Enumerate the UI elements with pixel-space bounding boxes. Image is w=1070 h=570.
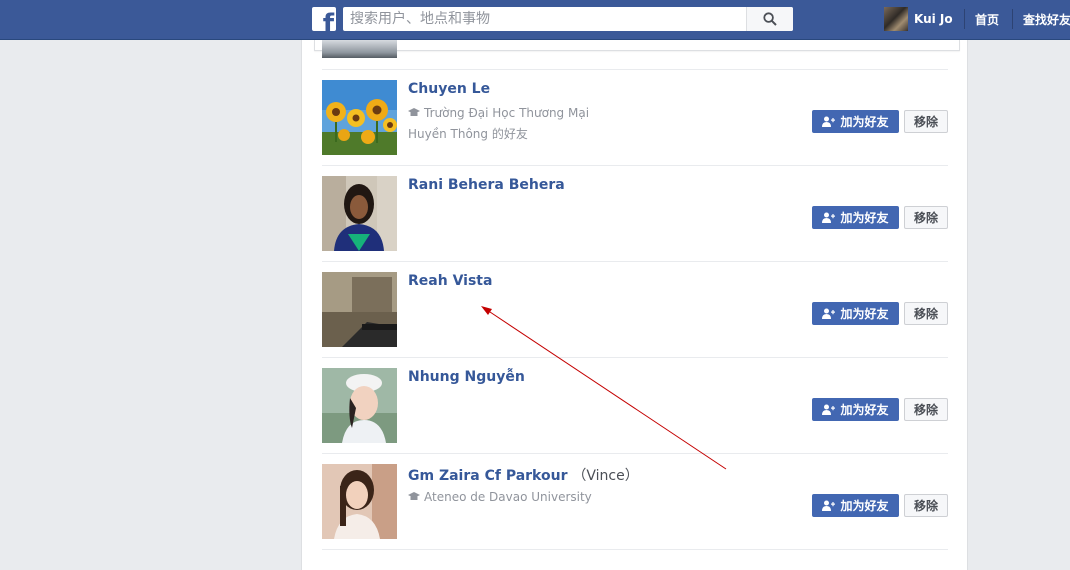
remove-button[interactable]: 移除 (904, 494, 948, 517)
nav-find-friends-link[interactable]: 查找好友 (1023, 11, 1070, 28)
top-navigation-bar: f Kui Jo 首页 查找好友 (0, 0, 1070, 40)
friend-name-link[interactable]: Gm Zaira Cf Parkour （Vince） (408, 465, 639, 485)
school-name: Ateneo de Davao University (424, 490, 592, 504)
suggestion-row: Nhung Nguyễn 加为好友 移除 (322, 357, 948, 453)
previous-avatar-partial[interactable] (322, 40, 397, 58)
friend-name-link[interactable]: Rani Behera Behera (408, 177, 565, 193)
friend-nickname: （Vince） (572, 468, 639, 484)
avatar[interactable] (322, 368, 397, 443)
mutual-friend-line: Huyền Thông 的好友 (408, 125, 528, 142)
school-line: Trường Đại Học Thương Mại (408, 106, 589, 120)
nav-divider (964, 9, 965, 29)
people-you-may-know-panel: Chuyen Le Trường Đại Học Thương Mại Huyề… (301, 40, 968, 570)
search-input[interactable] (343, 8, 746, 30)
remove-button[interactable]: 移除 (904, 398, 948, 421)
remove-label: 移除 (913, 499, 938, 513)
graduation-cap-icon (408, 108, 420, 116)
add-friend-button[interactable]: 加为好友 (812, 110, 899, 133)
avatar[interactable] (322, 176, 397, 251)
graduation-cap-icon (408, 492, 420, 500)
avatar[interactable] (322, 80, 397, 155)
remove-button[interactable]: 移除 (904, 206, 948, 229)
add-friend-button[interactable]: 加为好友 (812, 302, 899, 325)
friend-name-text: Gm Zaira Cf Parkour (408, 468, 568, 484)
suggestion-row: Chuyen Le Trường Đại Học Thương Mại Huyề… (322, 69, 948, 165)
friend-name-link[interactable]: Nhung Nguyễn (408, 369, 525, 385)
add-friend-icon (822, 500, 836, 511)
suggestion-row-divider (322, 549, 948, 570)
avatar[interactable] (322, 272, 397, 347)
remove-label: 移除 (913, 403, 938, 417)
add-friend-icon (822, 308, 836, 319)
add-friend-button[interactable]: 加为好友 (812, 398, 899, 421)
user-name: Kui Jo (914, 12, 953, 26)
add-friend-label: 加为好友 (840, 307, 889, 321)
add-friend-icon (822, 212, 836, 223)
add-friend-button[interactable]: 加为好友 (812, 494, 899, 517)
suggestion-row: Reah Vista 加为好友 移除 (322, 261, 948, 357)
search-button[interactable] (746, 7, 793, 31)
school-line: Ateneo de Davao University (408, 490, 592, 504)
suggestion-row: Gm Zaira Cf Parkour （Vince） Ateneo de Da… (322, 453, 948, 549)
mutual-friend-text[interactable]: Huyền Thông 的好友 (408, 125, 528, 142)
nav-home-link[interactable]: 首页 (975, 11, 999, 28)
remove-label: 移除 (913, 307, 938, 321)
friend-name-link[interactable]: Reah Vista (408, 273, 492, 289)
add-friend-label: 加为好友 (840, 115, 889, 129)
add-friend-icon (822, 404, 836, 415)
remove-button[interactable]: 移除 (904, 302, 948, 325)
previous-card-edge (314, 40, 960, 51)
facebook-logo-icon[interactable]: f (312, 7, 336, 31)
search-bar (343, 7, 793, 31)
user-avatar (884, 7, 908, 31)
remove-label: 移除 (913, 211, 938, 225)
add-friend-icon (822, 116, 836, 127)
remove-button[interactable]: 移除 (904, 110, 948, 133)
suggestion-row: Rani Behera Behera 加为好友 移除 (322, 165, 948, 261)
profile-link[interactable]: Kui Jo (884, 7, 953, 31)
avatar[interactable] (322, 464, 397, 539)
nav-divider (1012, 9, 1013, 29)
search-icon (763, 12, 777, 26)
add-friend-label: 加为好友 (840, 211, 889, 225)
add-friend-label: 加为好友 (840, 499, 889, 513)
friend-name-link[interactable]: Chuyen Le (408, 81, 490, 97)
school-name: Trường Đại Học Thương Mại (424, 106, 590, 120)
remove-label: 移除 (913, 115, 938, 129)
add-friend-button[interactable]: 加为好友 (812, 206, 899, 229)
add-friend-label: 加为好友 (840, 403, 889, 417)
